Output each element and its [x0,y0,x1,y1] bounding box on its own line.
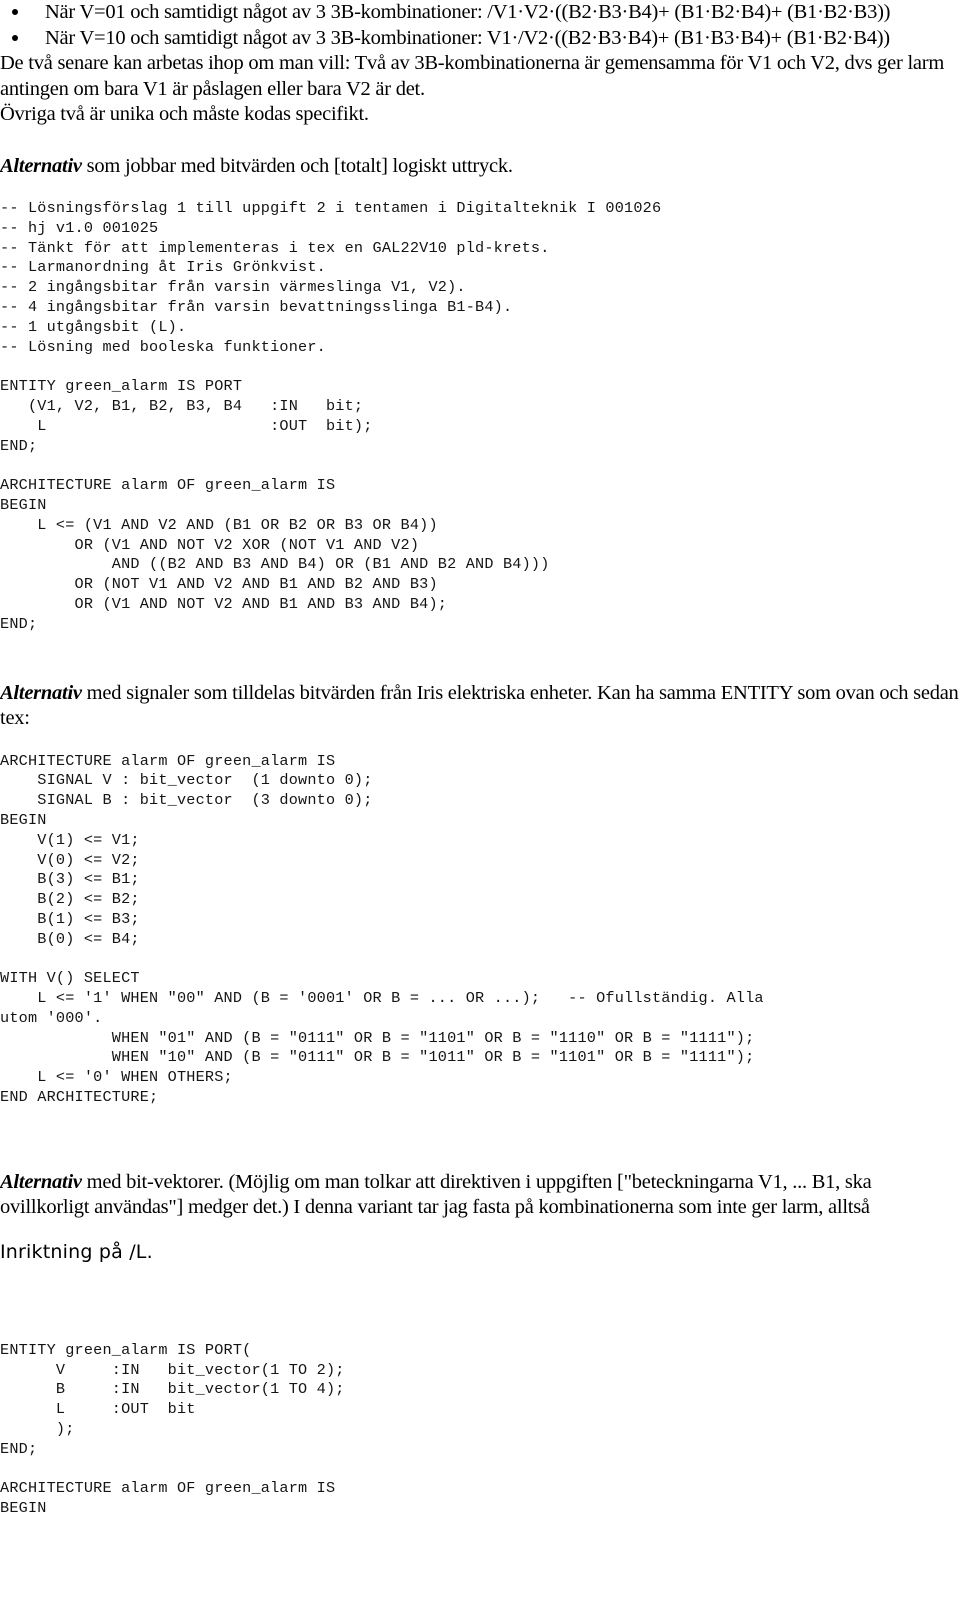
list-item: När V=10 och samtidigt något av 3 3B-kom… [0,26,960,52]
document-page: När V=01 och samtidigt något av 3 3B-kom… [0,0,960,1614]
list-item: När V=01 och samtidigt något av 3 3B-kom… [0,0,960,26]
section-1-heading-emphasis: Alternativ [0,154,82,177]
bullet-dot-icon [12,9,18,15]
code-block-signals: ARCHITECTURE alarm OF green_alarm IS SIG… [0,751,764,1107]
section-3-heading-rest: med bit-vektorer. (Möjlig om man tolkar … [0,1170,872,1219]
bullet-text: När V=10 och samtidigt något av 3 3B-kom… [45,26,890,49]
code-block-boolean-functions: -- Lösningsförslag 1 till uppgift 2 i te… [0,199,662,633]
section-3-heading: Alternativ med bit-vektorer. (Möjlig om … [0,1170,960,1221]
section-3-heading-emphasis: Alternativ [0,1170,82,1193]
section-1-heading: Alternativ som jobbar med bitvärden och … [0,154,960,180]
bullet-list: När V=01 och samtidigt något av 3 3B-kom… [0,0,960,51]
section-3-note: Inriktning på /L. [0,1240,153,1263]
code-block-bit-vectors: ENTITY green_alarm IS PORT( V :IN bit_ve… [0,1340,345,1518]
paragraph-shared-combinations: De två senare kan arbetas ihop om man vi… [0,52,945,100]
section-1-heading-rest: som jobbar med bitvärden och [totalt] lo… [81,154,513,177]
bullet-dot-icon [12,34,18,41]
section-2-heading-emphasis: Alternativ [0,681,82,704]
bullet-text: När V=01 och samtidigt något av 3 3B-kom… [45,1,891,23]
section-2-heading: Alternativ med signaler som tilldelas bi… [0,681,960,732]
section-2-heading-rest: med signaler som tilldelas bitvärden frå… [0,681,959,730]
paragraph-unique-combinations: Övriga två är unika och måste kodas spec… [0,103,369,125]
